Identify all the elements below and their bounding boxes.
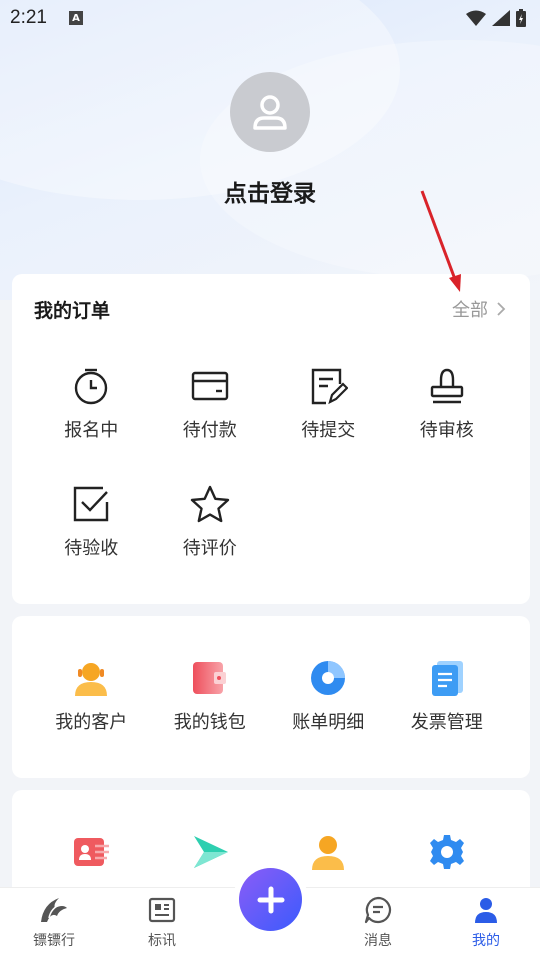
id-card-icon: [74, 838, 110, 866]
tab-label: 镖镖行: [33, 933, 75, 949]
order-status-label: 待付款: [182, 420, 237, 441]
message-icon: [364, 896, 392, 924]
tool-label: 我的钱包: [173, 712, 246, 733]
tab-home[interactable]: 镖镖行: [0, 888, 108, 960]
see-all-label: 全部: [452, 300, 488, 321]
orders-title: 我的订单: [34, 299, 111, 322]
tab-profile[interactable]: 我的: [432, 888, 540, 960]
notification-a-icon: A: [68, 11, 83, 25]
tools-card: 我的客户 我的钱包 账单明细 发票管理: [12, 616, 530, 778]
timer-icon: [75, 368, 108, 405]
order-status-signing-up[interactable]: 报名中: [32, 344, 151, 462]
order-status-pending-submit[interactable]: 待提交: [269, 344, 388, 462]
card-icon: [191, 371, 228, 401]
profile-section: 点击登录: [0, 72, 540, 208]
chevron-right-icon: [497, 302, 506, 316]
tab-messages[interactable]: 消息: [324, 888, 432, 960]
invoice-icon: [431, 661, 463, 696]
status-time: 2:21: [10, 7, 47, 28]
order-status-label: 待提交: [301, 420, 356, 441]
star-icon: [190, 485, 229, 523]
invoice-management-item[interactable]: 发票管理: [388, 636, 507, 754]
service-icon: [312, 836, 345, 870]
order-status-pending-acceptance[interactable]: 待验收: [32, 462, 151, 580]
tab-news[interactable]: 标讯: [108, 888, 216, 960]
checkbox-icon: [74, 486, 109, 522]
order-status-pending-review[interactable]: 待审核: [388, 344, 507, 462]
news-icon: [148, 897, 176, 923]
login-button[interactable]: 点击登录: [0, 174, 540, 208]
orders-card: 我的订单 全部 报名中 待付款 待提交 待审核 待验收 待评价: [12, 274, 530, 604]
wifi-icon: [466, 10, 486, 26]
tab-label: 我的: [472, 933, 500, 949]
share-icon: [193, 836, 228, 868]
pie-chart-icon: [311, 661, 346, 695]
avatar[interactable]: [230, 72, 310, 152]
publish-plus-button[interactable]: [239, 868, 302, 931]
orders-header: 我的订单 全部: [12, 274, 530, 344]
orders-grid: 报名中 待付款 待提交 待审核 待验收 待评价: [12, 344, 530, 580]
order-status-label: 待审核: [419, 420, 474, 441]
tab-label: 标讯: [148, 933, 176, 949]
my-customers-item[interactable]: 我的客户: [32, 636, 151, 754]
bill-details-item[interactable]: 账单明细: [269, 636, 388, 754]
customer-icon: [75, 663, 108, 696]
order-status-pending-rating[interactable]: 待评价: [151, 462, 270, 580]
tool-label: 账单明细: [292, 712, 365, 733]
tools-grid: 我的客户 我的钱包 账单明细 发票管理: [12, 616, 530, 754]
status-bar: 2:21 A: [0, 0, 540, 36]
signal-icon: [492, 10, 510, 26]
profile-icon: [475, 898, 497, 923]
wallet-icon: [192, 662, 226, 694]
edit-doc-icon: [312, 368, 349, 405]
see-all-orders-link[interactable]: 全部: [452, 296, 506, 322]
order-status-pending-payment[interactable]: 待付款: [151, 344, 270, 462]
order-status-label: 报名中: [64, 420, 119, 441]
tab-label: 消息: [364, 933, 392, 949]
plus-icon: [257, 886, 284, 913]
tool-label: 发票管理: [410, 712, 483, 733]
stamp-icon: [430, 368, 463, 404]
settings-icon: [429, 835, 464, 869]
battery-icon: [516, 9, 526, 27]
order-status-label: 待验收: [64, 538, 119, 559]
user-icon: [253, 95, 287, 130]
tool-label: 我的客户: [55, 712, 128, 733]
my-wallet-item[interactable]: 我的钱包: [151, 636, 270, 754]
logo-icon: [41, 898, 67, 922]
order-status-label: 待评价: [182, 538, 237, 559]
